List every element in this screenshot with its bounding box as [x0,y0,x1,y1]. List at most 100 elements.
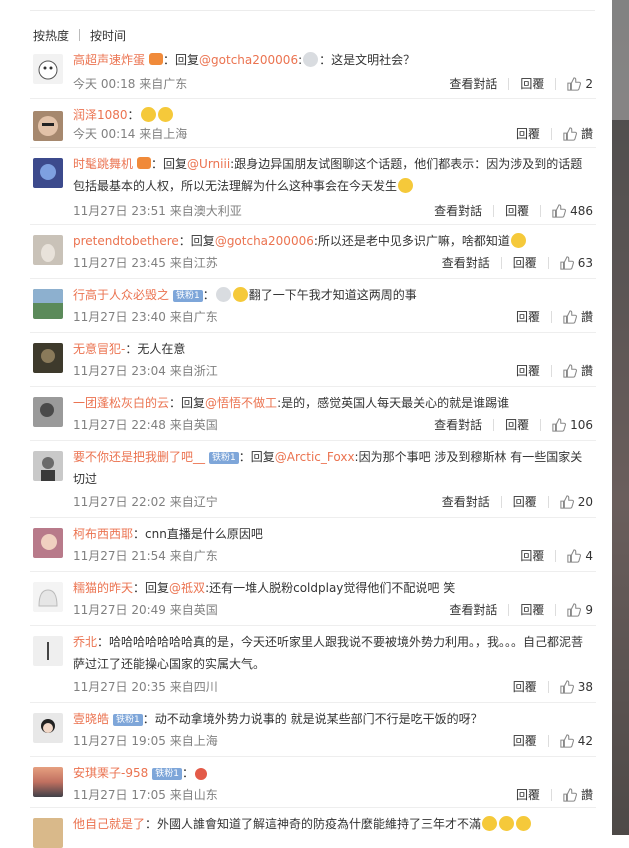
view-conversation-link[interactable]: 查看對話 [442,254,490,271]
comment-body: :还有一堆人脱粉coldplay觉得他们不配说吧 笑 [205,581,456,595]
emoji-icon [398,178,414,193]
mention-link[interactable]: @gotcha200006 [215,234,314,248]
comment-item: pretendtobethere：回复@gotcha200006:所以还是老中见… [30,225,596,279]
avatar[interactable] [33,818,63,848]
comment-body: ：cnn直播是什么原因吧 [133,527,263,541]
thumbs-up-icon [563,309,577,324]
comment-meta: 11月27日 20:35 来自四川 [73,680,218,694]
comment-meta: 11月27日 23:51 来自澳大利亚 [73,204,242,218]
comment-item: 无意冒犯-：无人在意 11月27日 23:04 来自浙江 回覆 讚 [30,333,596,387]
reply-button[interactable]: 回覆 [513,678,537,695]
thumbs-up-icon [563,126,577,141]
right-side-panel [612,0,629,835]
avatar[interactable] [33,713,63,743]
reply-button[interactable]: 回覆 [516,362,540,379]
comment-username[interactable]: 柯布西西耶 [73,527,133,541]
comment-meta: 11月27日 23:40 来自广东 [73,310,218,324]
view-conversation-link[interactable]: 查看對話 [442,493,490,510]
avatar[interactable] [33,54,63,84]
mention-link[interactable]: @gotcha200006 [199,53,298,67]
like-button[interactable]: 4 [567,549,593,563]
comment-username[interactable]: 乔北 [73,635,97,649]
reply-button[interactable]: 回覆 [516,786,540,803]
reply-button[interactable]: 回覆 [513,732,537,749]
comment-username[interactable]: 高超声速炸蛋 [73,53,145,67]
like-button[interactable]: 106 [552,418,593,432]
like-button[interactable]: 42 [560,734,593,748]
comment-item: 行高于人众必毁之 铁粉1：翻了一下午我才知道这两周的事 11月27日 23:40 … [30,279,596,333]
like-button[interactable]: 38 [560,680,593,694]
like-button[interactable]: 讚 [563,125,593,142]
comment-username[interactable]: 壹晓皓 [73,712,109,726]
comment-item: 壹晓皓 铁粉1 ：动不动拿境外势力说事的 就是说某些部门不行是吃干饭的呀？ 11月2… [30,703,596,757]
comment-username[interactable]: 行高于人众必毁之 [73,288,169,302]
reply-button[interactable]: 回覆 [516,308,540,325]
like-button[interactable]: 486 [552,204,593,218]
comment-actions: 查看對話 回覆 63 [442,254,593,271]
comment-meta: 11月27日 19:05 来自上海 [73,734,218,748]
comment-item: 乔北：哈哈哈哈哈哈哈真的是，今天还听家里人跟我说不要被境外势力利用。，我。。。自… [30,626,596,703]
comment-item: 安琪栗子-958 铁粉1： 11月27日 17:05 来自山东 回覆 讚 [30,757,596,808]
comment-meta: 11月27日 23:04 来自浙江 [73,364,218,378]
comment-body: ：这是文明社会？ [319,53,416,67]
reply-button[interactable]: 回覆 [520,547,544,564]
avatar[interactable] [33,636,63,666]
emoji-icon [215,287,231,302]
comment-actions: 回覆 讚 [516,125,593,142]
comment-actions: 回覆 42 [513,732,593,749]
view-conversation-link[interactable]: 查看對話 [449,75,497,92]
fan-badge: 铁粉1 [209,452,239,464]
reply-button[interactable]: 回覆 [513,254,537,271]
comment-username[interactable]: 无意冒犯- [73,342,125,356]
mention-link[interactable]: @Arctic_Foxx [275,450,355,464]
thumbs-up-icon [560,494,574,509]
mention-link[interactable]: @祗双 [169,581,205,595]
avatar[interactable] [33,767,63,797]
avatar[interactable] [33,582,63,612]
reply-button[interactable]: 回覆 [513,493,537,510]
emoji-icon [195,768,207,780]
like-button[interactable]: 9 [567,603,593,617]
reply-button[interactable]: 回覆 [520,75,544,92]
avatar[interactable] [33,528,63,558]
like-button[interactable]: 2 [567,77,593,91]
reply-button[interactable]: 回覆 [505,416,529,433]
comment-username[interactable]: 糯猫的昨天 [73,581,133,595]
view-conversation-link[interactable]: 查看對話 [434,202,482,219]
comment-username[interactable]: 安琪栗子-958 [73,766,148,780]
like-button[interactable]: 讚 [563,786,593,803]
thumbs-up-icon [560,679,574,694]
like-button[interactable]: 讚 [563,362,593,379]
avatar[interactable] [33,235,63,265]
fan-badge: 铁粉1 [113,714,143,726]
mention-link[interactable]: @Urniii [187,157,230,171]
like-button[interactable]: 讚 [563,308,593,325]
comment-meta: 11月27日 22:48 来自英国 [73,418,218,432]
emoji-icon [510,233,526,248]
comment-actions: 查看對話 回覆 9 [449,601,593,618]
comment-username[interactable]: 时髦跳舞机 [73,157,133,171]
mention-link[interactable]: @悟悟不做工 [205,396,277,410]
reply-button[interactable]: 回覆 [520,601,544,618]
reply-button[interactable]: 回覆 [505,202,529,219]
avatar[interactable] [33,111,63,141]
view-conversation-link[interactable]: 查看對話 [434,416,482,433]
comment-username[interactable]: 要不你还是把我删了吧__ [73,450,205,464]
like-button[interactable]: 63 [560,256,593,270]
comment-username[interactable]: pretendtobethere [73,234,179,248]
fan-badge: 铁粉1 [173,290,203,302]
comment-username[interactable]: 润泽1080 [73,108,128,122]
thumbs-up-icon [560,255,574,270]
sort-by-time[interactable]: 按时间 [90,29,126,43]
comment-username[interactable]: 他自己就是了 [73,817,145,831]
view-conversation-link[interactable]: 查看對話 [449,601,497,618]
avatar[interactable] [33,343,63,373]
avatar[interactable] [33,289,63,319]
reply-button[interactable]: 回覆 [516,125,540,142]
avatar[interactable] [33,397,63,427]
comment-username[interactable]: 一团蓬松灰白的云 [73,396,169,410]
avatar[interactable] [33,451,63,481]
sort-by-hot[interactable]: 按热度 [33,29,69,43]
like-button[interactable]: 20 [560,495,593,509]
avatar[interactable] [33,158,63,188]
